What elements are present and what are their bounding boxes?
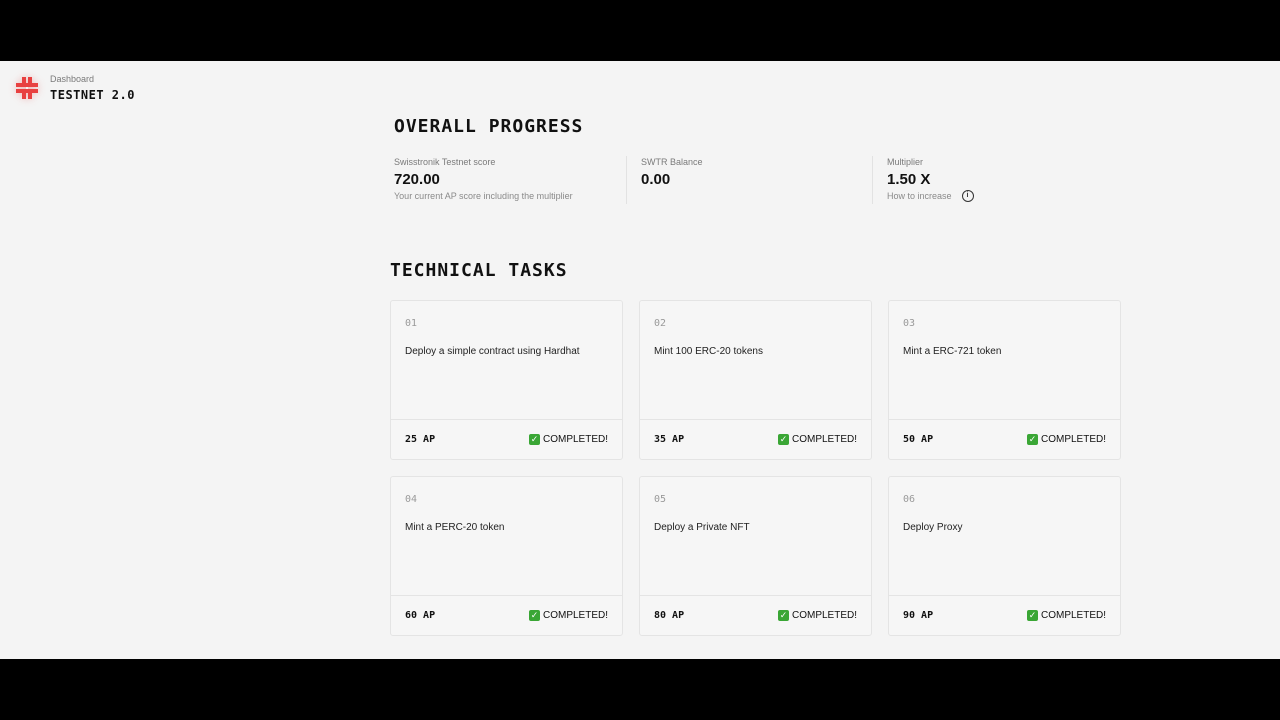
dashboard-frame: Dashboard TESTNET 2.0 OVERALL PROGRESS S…: [0, 61, 1280, 659]
task-status-label: COMPLETED!: [791, 434, 857, 445]
task-number: 03: [903, 318, 916, 329]
task-card[interactable]: 02 Mint 100 ERC-20 tokens 35 AP ✓ COMPLET…: [639, 300, 872, 460]
how-to-increase-link[interactable]: How to increase i: [887, 190, 1117, 202]
task-status-label: COMPLETED!: [542, 610, 608, 621]
task-status-label: COMPLETED!: [1040, 610, 1106, 621]
task-card[interactable]: 06 Deploy Proxy 90 AP ✓ COMPLETED!: [888, 476, 1121, 636]
task-status: ✓ COMPLETED!: [777, 610, 857, 621]
task-status: ✓ COMPLETED!: [777, 434, 857, 445]
task-number: 06: [903, 494, 916, 505]
check-icon: ✓: [528, 610, 540, 621]
stat-value: 720.00: [394, 171, 440, 188]
task-status-label: COMPLETED!: [542, 434, 608, 445]
task-footer: 35 AP ✓ COMPLETED!: [640, 419, 871, 459]
task-footer: 60 AP ✓ COMPLETED!: [391, 595, 622, 635]
task-status-label: COMPLETED!: [791, 610, 857, 621]
stat-value: 0.00: [641, 171, 671, 188]
how-to-increase-label[interactable]: How to increase: [887, 190, 952, 202]
task-title: Deploy a Private NFT: [654, 522, 750, 533]
overall-progress-heading: OVERALL PROGRESS: [394, 116, 584, 137]
task-footer: 80 AP ✓ COMPLETED!: [640, 595, 871, 635]
swisstronik-logo-icon: [16, 77, 38, 99]
task-status: ✓ COMPLETED!: [528, 434, 608, 445]
task-card[interactable]: 01 Deploy a simple contract using Hardha…: [390, 300, 623, 460]
stat-testnet-score: Swisstronik Testnet score 720.00 Your cu…: [394, 156, 624, 204]
stats-row: Swisstronik Testnet score 720.00 Your cu…: [394, 156, 1124, 206]
task-points: 25 AP: [405, 434, 436, 445]
task-status: ✓ COMPLETED!: [528, 610, 608, 621]
task-title: Deploy Proxy: [903, 522, 963, 533]
stat-label: Multiplier: [887, 157, 924, 167]
task-points: 60 AP: [405, 610, 436, 621]
check-icon: ✓: [528, 434, 540, 445]
task-card[interactable]: 04 Mint a PERC-20 token 60 AP ✓ COMPLETED…: [390, 476, 623, 636]
check-icon: ✓: [777, 610, 789, 621]
task-status: ✓ COMPLETED!: [1026, 610, 1106, 621]
stat-multiplier: Multiplier 1.50 X How to increase i: [872, 156, 1117, 204]
task-number: 05: [654, 494, 667, 505]
task-number: 04: [405, 494, 418, 505]
stat-swtr-balance: SWTR Balance 0.00: [626, 156, 871, 204]
task-title: Deploy a simple contract using Hardhat: [405, 346, 580, 357]
task-footer: 90 AP ✓ COMPLETED!: [889, 595, 1120, 635]
task-footer: 25 AP ✓ COMPLETED!: [391, 419, 622, 459]
task-status: ✓ COMPLETED!: [1026, 434, 1106, 445]
task-title: Mint 100 ERC-20 tokens: [654, 346, 763, 357]
task-number: 02: [654, 318, 667, 329]
task-grid: 01 Deploy a simple contract using Hardha…: [390, 300, 1125, 640]
check-icon: ✓: [1026, 434, 1038, 445]
task-points: 80 AP: [654, 610, 685, 621]
info-icon[interactable]: i: [961, 190, 974, 202]
task-title: Mint a ERC-721 token: [903, 346, 1002, 357]
page-title: TESTNET 2.0: [50, 88, 135, 102]
task-card[interactable]: 05 Deploy a Private NFT 80 AP ✓ COMPLETED…: [639, 476, 872, 636]
stat-value: 1.50 X: [887, 171, 931, 188]
stat-label: Swisstronik Testnet score: [394, 157, 496, 167]
breadcrumb[interactable]: Dashboard: [50, 73, 135, 85]
task-footer: 50 AP ✓ COMPLETED!: [889, 419, 1120, 459]
stat-label: SWTR Balance: [641, 157, 703, 167]
task-status-label: COMPLETED!: [1040, 434, 1106, 445]
technical-tasks-heading: TECHNICAL TASKS: [390, 260, 568, 281]
check-icon: ✓: [1026, 610, 1038, 621]
check-icon: ✓: [777, 434, 789, 445]
task-number: 01: [405, 318, 418, 329]
stat-note: Your current AP score including the mult…: [394, 191, 573, 201]
brand-header[interactable]: Dashboard TESTNET 2.0: [16, 73, 135, 102]
task-points: 35 AP: [654, 434, 685, 445]
task-points: 50 AP: [903, 434, 934, 445]
task-points: 90 AP: [903, 610, 934, 621]
task-card[interactable]: 03 Mint a ERC-721 token 50 AP ✓ COMPLETED…: [888, 300, 1121, 460]
task-title: Mint a PERC-20 token: [405, 522, 505, 533]
